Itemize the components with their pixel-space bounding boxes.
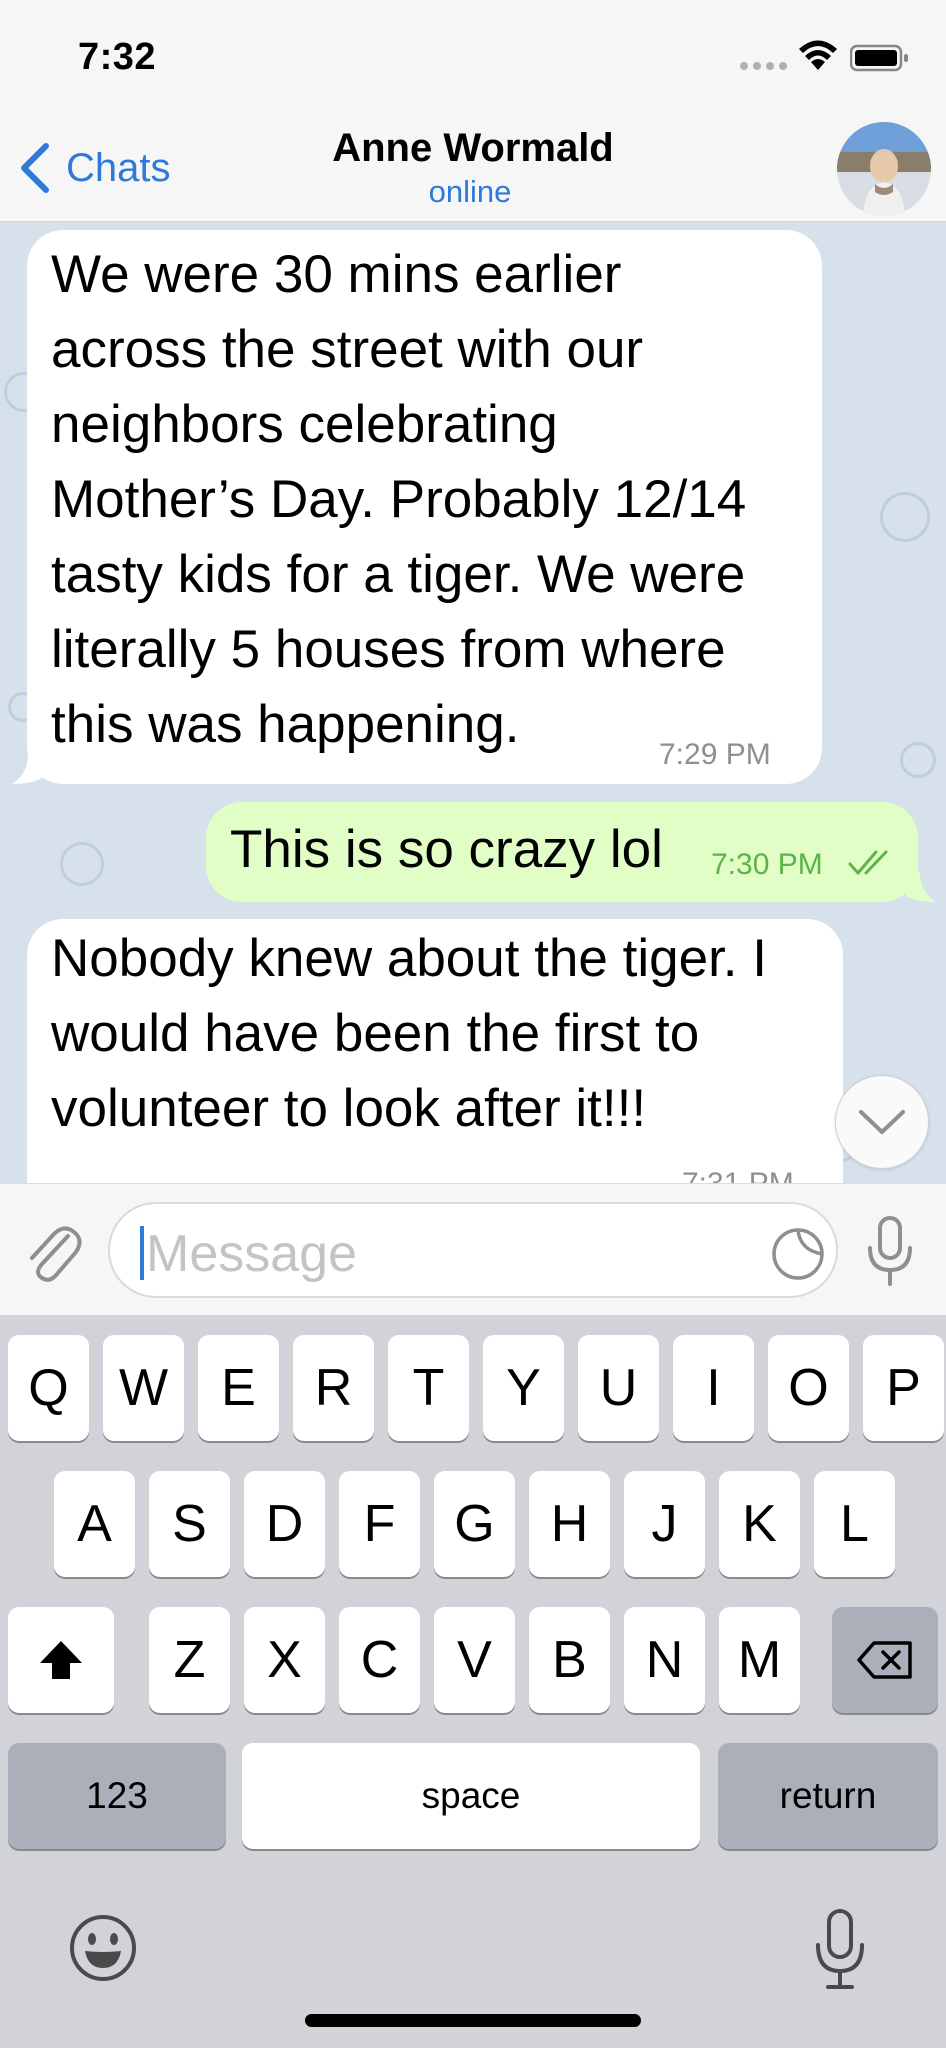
microphone-icon[interactable] [862,1214,918,1288]
key-e[interactable]: E [198,1335,279,1441]
scroll-to-bottom-button[interactable] [835,1075,929,1169]
numbers-key[interactable]: 123 [8,1743,226,1849]
space-key[interactable]: space [242,1743,700,1849]
key-u[interactable]: U [578,1335,659,1441]
bubble-tail [12,754,42,784]
presence-status: online [428,174,512,209]
key-x[interactable]: X [244,1607,325,1713]
message-bubble-incoming[interactable]: Nobody knew about the tiger. I would hav… [27,919,843,1183]
message-text: This is so crazy lol [230,820,663,879]
dictation-microphone-icon[interactable] [812,1907,868,1991]
key-a[interactable]: A [54,1471,135,1577]
key-k[interactable]: K [719,1471,800,1577]
key-c[interactable]: C [339,1607,420,1713]
wifi-icon [799,40,837,70]
keyboard: Q W E R T Y U I O P A S D F G H J K L Z … [0,1315,946,2048]
key-s[interactable]: S [149,1471,230,1577]
navigation-bar: Chats Anne Wormald online [0,118,946,222]
chat-area[interactable]: We were 30 mins earlier across the stree… [0,222,946,1183]
key-q[interactable]: Q [8,1335,89,1441]
avatar[interactable] [837,122,931,216]
message-bubble-outgoing[interactable]: This is so crazy lol 7:30 PM [206,802,918,902]
key-y[interactable]: Y [483,1335,564,1441]
sticker-icon[interactable] [770,1226,826,1282]
attachment-icon[interactable] [22,1218,82,1284]
key-m[interactable]: M [719,1607,800,1713]
home-indicator[interactable] [305,2014,641,2027]
bubble-tail [906,872,936,902]
shift-key[interactable] [8,1607,114,1713]
message-time: 7:31 PM [682,1167,794,1183]
text-caret [140,1226,144,1280]
emoji-icon[interactable] [68,1913,138,1983]
cellular-signal-icon [740,62,787,70]
return-key[interactable]: return [718,1743,938,1849]
key-z[interactable]: Z [149,1607,230,1713]
read-receipt-icon [848,850,888,875]
key-o[interactable]: O [768,1335,849,1441]
key-r[interactable]: R [293,1335,374,1441]
message-time: 7:29 PM [659,738,771,771]
key-j[interactable]: J [624,1471,705,1577]
message-input-bar: Message [0,1183,946,1315]
message-time: 7:30 PM [711,848,823,881]
status-time: 7:32 [78,36,157,78]
delete-backspace-icon [857,1641,912,1679]
chat-title[interactable]: Anne Wormald [0,126,946,171]
key-l[interactable]: L [814,1471,895,1577]
key-d[interactable]: D [244,1471,325,1577]
status-bar: 7:32 [0,0,946,118]
key-w[interactable]: W [103,1335,184,1441]
message-text: Nobody knew about the tiger. I would hav… [51,929,767,1138]
message-placeholder: Message [146,1225,357,1283]
key-h[interactable]: H [529,1471,610,1577]
key-i[interactable]: I [673,1335,754,1441]
chevron-down-icon [859,1110,905,1134]
key-t[interactable]: T [388,1335,469,1441]
message-text: We were 30 mins earlier across the stree… [51,245,747,754]
key-p[interactable]: P [863,1335,944,1441]
key-v[interactable]: V [434,1607,515,1713]
key-f[interactable]: F [339,1471,420,1577]
message-bubble-incoming[interactable]: We were 30 mins earlier across the stree… [27,230,822,784]
message-input[interactable]: Message [108,1202,838,1298]
key-b[interactable]: B [529,1607,610,1713]
key-n[interactable]: N [624,1607,705,1713]
key-g[interactable]: G [434,1471,515,1577]
battery-icon [850,44,908,72]
delete-key[interactable] [832,1607,938,1713]
shift-arrow-icon [40,1641,82,1679]
